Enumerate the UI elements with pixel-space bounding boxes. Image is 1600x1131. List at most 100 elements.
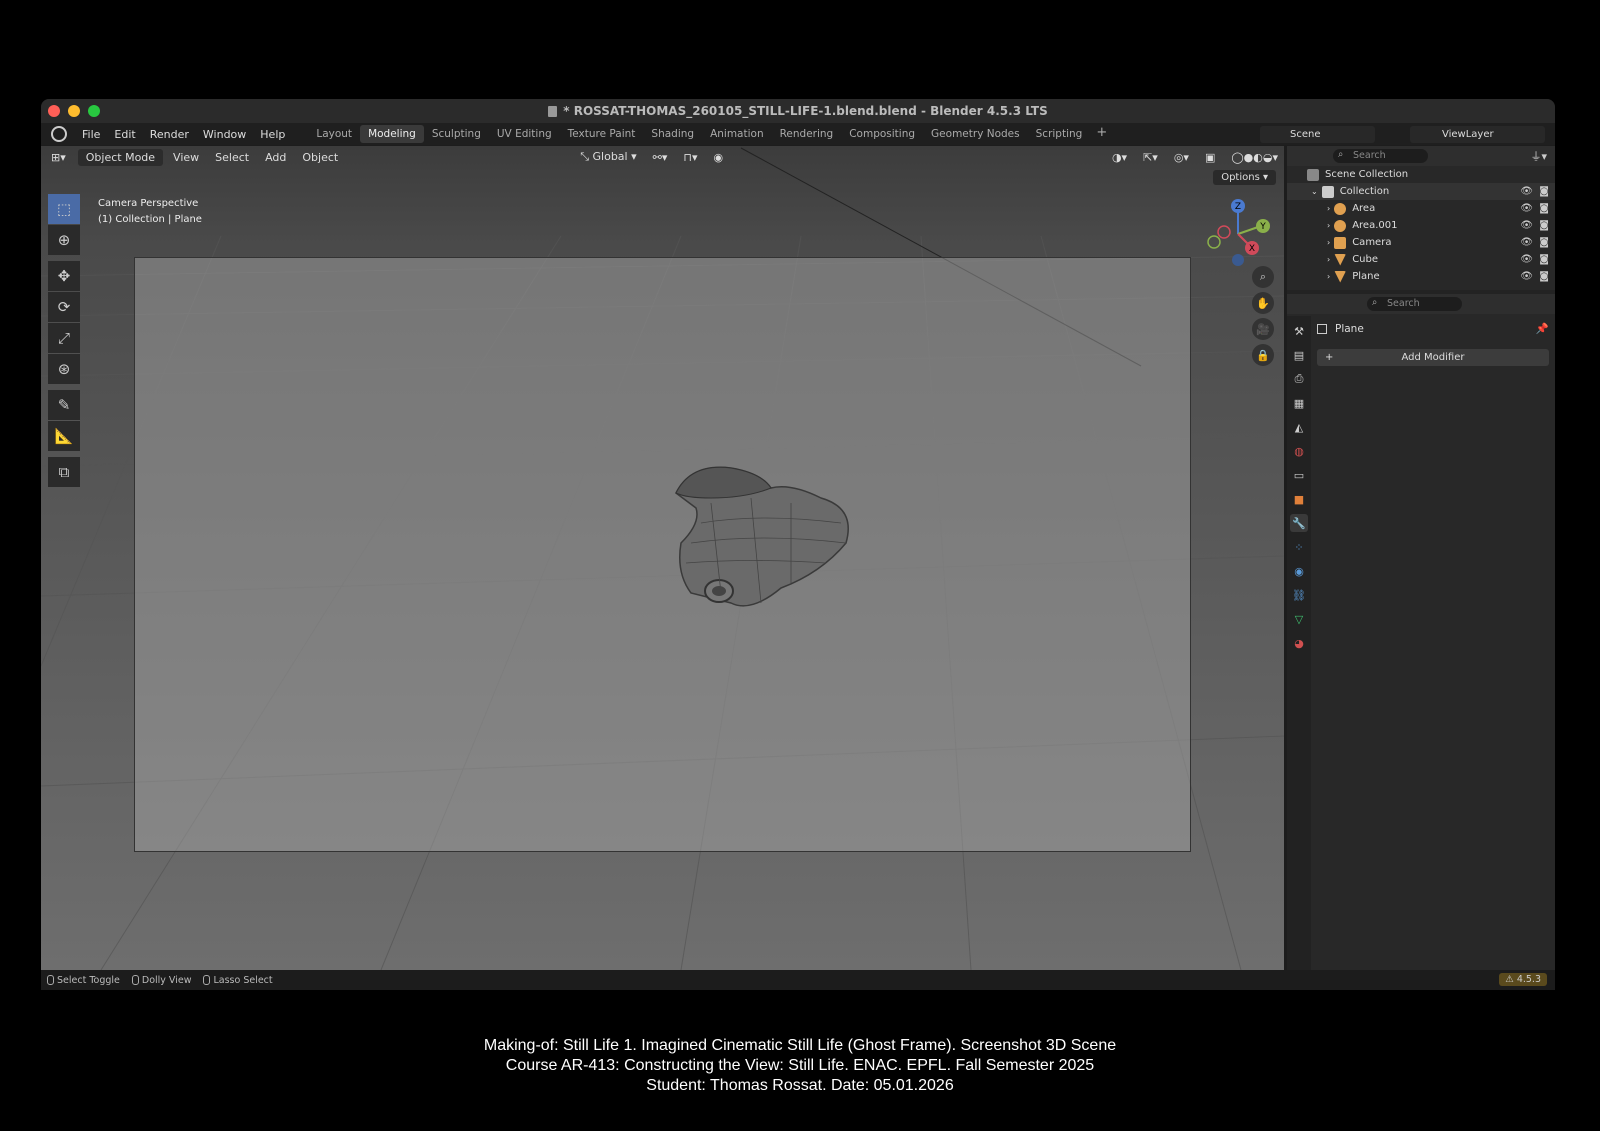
tab-shading[interactable]: Shading	[643, 125, 702, 143]
physics-tab-icon[interactable]: ◉	[1290, 562, 1308, 580]
version-badge[interactable]: ⚠ 4.5.3	[1499, 973, 1547, 986]
gizmo-toggle-icon[interactable]: ⇱▾	[1137, 149, 1164, 166]
revolver-model[interactable]	[671, 463, 871, 633]
visibility-icon[interactable]: ◑▾	[1106, 149, 1133, 166]
rotate-tool[interactable]: ⟳	[48, 292, 80, 322]
tab-layout[interactable]: Layout	[308, 125, 360, 143]
constraints-tab-icon[interactable]: ⛓	[1290, 586, 1308, 604]
editor-type-button[interactable]: ⊞▾	[45, 149, 72, 166]
pivot-icon[interactable]: ⚯▾	[647, 149, 674, 166]
camera-render-icon[interactable]: ◙	[1539, 186, 1549, 197]
menu-file[interactable]: File	[75, 128, 107, 141]
maximize-window-button[interactable]	[88, 105, 100, 117]
scene-collection-row[interactable]: Scene Collection	[1287, 166, 1555, 183]
tab-animation[interactable]: Animation	[702, 125, 772, 143]
camera-render-icon[interactable]: ◙	[1539, 237, 1549, 248]
tab-rendering[interactable]: Rendering	[772, 125, 842, 143]
object-tab-icon[interactable]: ■	[1290, 490, 1308, 508]
add-workspace-button[interactable]: +	[1090, 125, 1113, 143]
snap-icon[interactable]: ⊓▾	[677, 149, 703, 166]
menu-edit[interactable]: Edit	[107, 128, 142, 141]
outliner-item-plane[interactable]: › Plane 👁 ◙	[1287, 268, 1555, 285]
orientation-select[interactable]: ⤡ Global ▾	[574, 148, 642, 166]
pin-icon[interactable]: 📌	[1536, 322, 1549, 335]
add-menu[interactable]: Add	[259, 149, 292, 166]
outliner-search[interactable]: Search	[1333, 148, 1428, 163]
view-layer-selector[interactable]: ViewLayer	[1410, 126, 1545, 143]
modifier-wrench-icon[interactable]: 🔧	[1290, 514, 1308, 532]
close-window-button[interactable]	[48, 105, 60, 117]
measure-tool[interactable]: 📐	[48, 421, 80, 451]
tab-modeling[interactable]: Modeling	[360, 125, 424, 143]
navigation-gizmo[interactable]: Z Y X	[1198, 196, 1278, 266]
tab-geometry-nodes[interactable]: Geometry Nodes	[923, 125, 1028, 143]
view-menu[interactable]: View	[167, 149, 205, 166]
scale-tool[interactable]: ⤢	[48, 323, 80, 353]
overlay-toggle-icon[interactable]: ◎▾	[1168, 149, 1195, 166]
camera-render-icon[interactable]: ◙	[1539, 220, 1549, 231]
eye-icon[interactable]: 👁	[1520, 271, 1533, 282]
data-tab-icon[interactable]: ▽	[1290, 610, 1308, 628]
eye-icon[interactable]: 👁	[1520, 186, 1533, 197]
options-button[interactable]: Options ▾	[1213, 170, 1276, 185]
minimize-window-button[interactable]	[68, 105, 80, 117]
material-tab-icon[interactable]: ◕	[1290, 634, 1308, 652]
chevron-right-icon[interactable]: ›	[1327, 204, 1330, 213]
add-modifier-button[interactable]: + Add Modifier	[1317, 349, 1549, 366]
outliner-item-camera[interactable]: › Camera 👁 ◙	[1287, 234, 1555, 251]
view-layer-tab-icon[interactable]: ▦	[1290, 394, 1308, 412]
annotate-tool[interactable]: ✎	[48, 390, 80, 420]
chevron-right-icon[interactable]: ›	[1327, 255, 1330, 264]
object-menu[interactable]: Object	[296, 149, 344, 166]
world-tab-icon[interactable]: ◍	[1290, 442, 1308, 460]
render-tab-icon[interactable]: ▤	[1290, 346, 1308, 364]
tab-sculpting[interactable]: Sculpting	[424, 125, 489, 143]
eye-icon[interactable]: 👁	[1520, 254, 1533, 265]
tab-compositing[interactable]: Compositing	[841, 125, 923, 143]
scene-tab-icon[interactable]: ◭	[1290, 418, 1308, 436]
outliner-item-area[interactable]: › Area 👁 ◙	[1287, 200, 1555, 217]
xray-toggle-icon[interactable]: ▣	[1199, 149, 1221, 166]
camera-render-icon[interactable]: ◙	[1539, 271, 1549, 282]
menu-render[interactable]: Render	[143, 128, 196, 141]
proportional-edit-icon[interactable]: ◉	[708, 149, 730, 166]
chevron-right-icon[interactable]: ›	[1327, 238, 1330, 247]
lock-icon[interactable]: 🔒	[1252, 344, 1274, 366]
shading-modes-icon[interactable]: ◯●◐◒▾	[1225, 149, 1284, 166]
3d-viewport[interactable]: ⊞▾ Object Mode View Select Add Object ⤡ …	[41, 146, 1284, 970]
chevron-right-icon[interactable]: ›	[1327, 272, 1330, 281]
blender-logo-icon[interactable]	[51, 126, 67, 142]
select-box-tool[interactable]: ⬚	[48, 194, 80, 224]
collection-tab-icon[interactable]: ▭	[1290, 466, 1308, 484]
collection-row[interactable]: ⌄ Collection 👁 ◙	[1287, 183, 1555, 200]
object-mode-select[interactable]: Object Mode	[77, 148, 164, 166]
camera-view-icon[interactable]: 🎥	[1252, 318, 1274, 340]
particles-tab-icon[interactable]: ⁘	[1290, 538, 1308, 556]
eye-icon[interactable]: 👁	[1520, 237, 1533, 248]
eye-icon[interactable]: 👁	[1520, 220, 1533, 231]
pan-hand-icon[interactable]: ✋	[1252, 292, 1274, 314]
menu-help[interactable]: Help	[253, 128, 292, 141]
zoom-icon[interactable]: ⌕	[1252, 266, 1274, 288]
move-tool[interactable]: ✥	[48, 261, 80, 291]
cursor-tool[interactable]: ⊕	[48, 225, 80, 255]
menu-window[interactable]: Window	[196, 128, 253, 141]
filter-icon[interactable]: ⏚▾	[1530, 148, 1547, 164]
eye-icon[interactable]: 👁	[1520, 203, 1533, 214]
properties-search[interactable]: Search	[1367, 296, 1462, 311]
chevron-down-icon[interactable]: ⌄	[1311, 187, 1318, 196]
scene-selector[interactable]: Scene	[1260, 126, 1375, 143]
transform-tool[interactable]: ⊛	[48, 354, 80, 384]
output-tab-icon[interactable]: ⎙	[1290, 370, 1308, 388]
outliner-item-area-001[interactable]: › Area.001 👁 ◙	[1287, 217, 1555, 234]
chevron-right-icon[interactable]: ›	[1327, 221, 1330, 230]
outliner-item-cube[interactable]: › Cube 👁 ◙	[1287, 251, 1555, 268]
camera-render-icon[interactable]: ◙	[1539, 254, 1549, 265]
select-menu[interactable]: Select	[209, 149, 255, 166]
add-cube-tool[interactable]: ⧉	[48, 457, 80, 487]
tab-scripting[interactable]: Scripting	[1028, 125, 1091, 143]
camera-render-icon[interactable]: ◙	[1539, 203, 1549, 214]
tab-uv-editing[interactable]: UV Editing	[489, 125, 560, 143]
tab-texture-paint[interactable]: Texture Paint	[560, 125, 644, 143]
tool-tab-icon[interactable]: ⚒	[1290, 322, 1308, 340]
